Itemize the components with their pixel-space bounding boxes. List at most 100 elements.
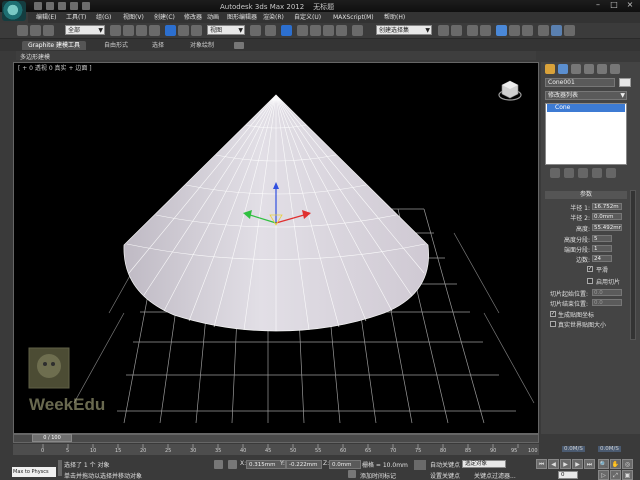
time-tag-icon[interactable]	[348, 470, 356, 478]
auto-key-button[interactable]: 自动关键点	[430, 460, 460, 469]
lock-selection-icon[interactable]	[214, 460, 223, 469]
key-target-dropdown[interactable]: 选定对象	[462, 460, 506, 468]
maxscript-listener[interactable]: Max to Physcs	[12, 467, 56, 477]
select-by-name-icon[interactable]	[123, 25, 134, 36]
radius2-field[interactable]: 0.0mm	[592, 213, 622, 220]
menu-tools[interactable]: 工具(T)	[66, 13, 86, 23]
time-slider[interactable]	[13, 434, 539, 443]
parameters-rollout[interactable]: 参数	[545, 191, 627, 199]
window-crossing-icon[interactable]	[149, 25, 160, 36]
add-time-tag[interactable]: 添加时间标记	[360, 471, 396, 480]
save-file-icon[interactable]	[58, 2, 66, 10]
menu-maxscript[interactable]: MAXScript(M)	[333, 13, 374, 23]
key-icon[interactable]	[414, 460, 426, 470]
sides-field[interactable]: 24	[592, 255, 612, 262]
remove-modifier-icon[interactable]	[592, 168, 602, 178]
menu-group[interactable]: 组(G)	[96, 13, 111, 23]
curve-editor-icon[interactable]	[496, 25, 507, 36]
current-frame-field[interactable]: 0	[558, 471, 578, 479]
modify-tab-icon[interactable]	[558, 64, 568, 74]
menu-customize[interactable]: 自定义(U)	[294, 13, 321, 23]
menu-edit[interactable]: 编辑(E)	[36, 13, 56, 23]
show-end-result-icon[interactable]	[564, 168, 574, 178]
y-coord-field[interactable]: -0.222mm	[286, 460, 322, 469]
goto-end-icon[interactable]: ⏭	[584, 459, 595, 469]
edit-named-sets-icon[interactable]	[352, 25, 363, 36]
rendered-frame-icon[interactable]	[551, 25, 562, 36]
set-key-button[interactable]: 设置关键点	[430, 471, 460, 480]
tab-graphite[interactable]: Graphite 建模工具	[22, 41, 87, 50]
pan-icon[interactable]: ✋	[610, 459, 621, 469]
next-frame-icon[interactable]: ▶	[572, 459, 583, 469]
select-rotate-icon[interactable]	[178, 25, 189, 36]
walkthrough-icon[interactable]: ⤢	[610, 470, 621, 480]
zoom-icon[interactable]: 🔍	[598, 459, 609, 469]
motion-tab-icon[interactable]	[584, 64, 594, 74]
fov-icon[interactable]: ▷	[598, 470, 609, 480]
percent-snap-icon[interactable]	[323, 25, 334, 36]
menu-graph-editors[interactable]: 图形编辑器	[227, 13, 257, 23]
angle-snap-icon[interactable]	[310, 25, 321, 36]
snap-toggle-icon[interactable]	[297, 25, 308, 36]
menu-create[interactable]: 创建(C)	[154, 13, 175, 23]
slice-on-checkbox[interactable]	[587, 278, 593, 284]
spinner-snap-icon[interactable]	[336, 25, 347, 36]
menu-rendering[interactable]: 渲染(R)	[263, 13, 284, 23]
select-move-icon[interactable]	[165, 25, 176, 36]
app-logo-icon[interactable]	[2, 1, 26, 21]
gen-map-coords-checkbox[interactable]: ✓	[550, 311, 556, 317]
select-manipulate-icon[interactable]	[265, 25, 276, 36]
redo-tool-icon[interactable]	[30, 25, 41, 36]
render-production-icon[interactable]	[564, 25, 575, 36]
cap-segments-field[interactable]: 1	[592, 245, 612, 252]
menu-help[interactable]: 帮助(H)	[384, 13, 405, 23]
link-icon[interactable]	[43, 25, 54, 36]
tab-freeform[interactable]: 自由形式	[104, 41, 128, 50]
layer-manager-icon[interactable]	[467, 25, 478, 36]
tab-object-paint[interactable]: 对象绘制	[190, 41, 214, 50]
undo-icon[interactable]	[70, 2, 78, 10]
panel-scrollbar[interactable]	[630, 190, 636, 340]
open-file-icon[interactable]	[46, 2, 54, 10]
modifier-list-dropdown[interactable]: 修改器列表 ▼	[545, 91, 627, 100]
pin-stack-icon[interactable]	[550, 168, 560, 178]
stack-item-cone[interactable]: Cone	[547, 104, 625, 112]
prev-frame-icon[interactable]: ◀	[548, 459, 559, 469]
tab-selection[interactable]: 选择	[152, 41, 164, 50]
selection-filter-dropdown[interactable]: 全部 ▼	[65, 25, 105, 35]
maximize-button[interactable]: □	[606, 0, 622, 10]
select-object-icon[interactable]	[110, 25, 121, 36]
smooth-checkbox[interactable]: ✓	[587, 266, 593, 272]
display-tab-icon[interactable]	[597, 64, 607, 74]
rect-selection-icon[interactable]	[136, 25, 147, 36]
viewcube-icon[interactable]	[498, 78, 522, 102]
utilities-tab-icon[interactable]	[610, 64, 620, 74]
minimize-button[interactable]: –	[590, 0, 606, 10]
height-field[interactable]: 55.492mm	[592, 224, 622, 231]
mirror-icon[interactable]	[438, 25, 449, 36]
height-segments-field[interactable]: 5	[592, 235, 612, 242]
ref-coord-dropdown[interactable]: 视图 ▼	[207, 25, 245, 35]
configure-sets-icon[interactable]	[606, 168, 616, 178]
play-icon[interactable]: ▶	[560, 459, 571, 469]
z-coord-field[interactable]: 0.0mm	[329, 460, 361, 469]
render-setup-icon[interactable]	[538, 25, 549, 36]
slice-to-field[interactable]: 0.0	[592, 299, 622, 306]
orbit-icon[interactable]: ◎	[622, 459, 633, 469]
make-unique-icon[interactable]	[578, 168, 588, 178]
key-filters-button[interactable]: 关键点过滤器...	[474, 471, 516, 480]
slice-from-field[interactable]: 0.0	[592, 289, 622, 296]
menu-views[interactable]: 视图(V)	[123, 13, 144, 23]
ribbon-options-icon[interactable]	[234, 42, 244, 49]
menu-modifiers[interactable]: 修改器	[184, 13, 202, 23]
graphite-toggle-icon[interactable]	[480, 25, 491, 36]
new-file-icon[interactable]	[34, 2, 42, 10]
named-selection-dropdown[interactable]: 创建选择集 ▼	[376, 25, 432, 35]
real-world-map-checkbox[interactable]	[550, 321, 556, 327]
close-button[interactable]: ×	[622, 0, 638, 10]
align-icon[interactable]	[451, 25, 462, 36]
goto-start-icon[interactable]: ⏮	[536, 459, 547, 469]
menu-animation[interactable]: 动画	[207, 13, 219, 23]
create-tab-icon[interactable]	[545, 64, 555, 74]
material-editor-icon[interactable]	[522, 25, 533, 36]
